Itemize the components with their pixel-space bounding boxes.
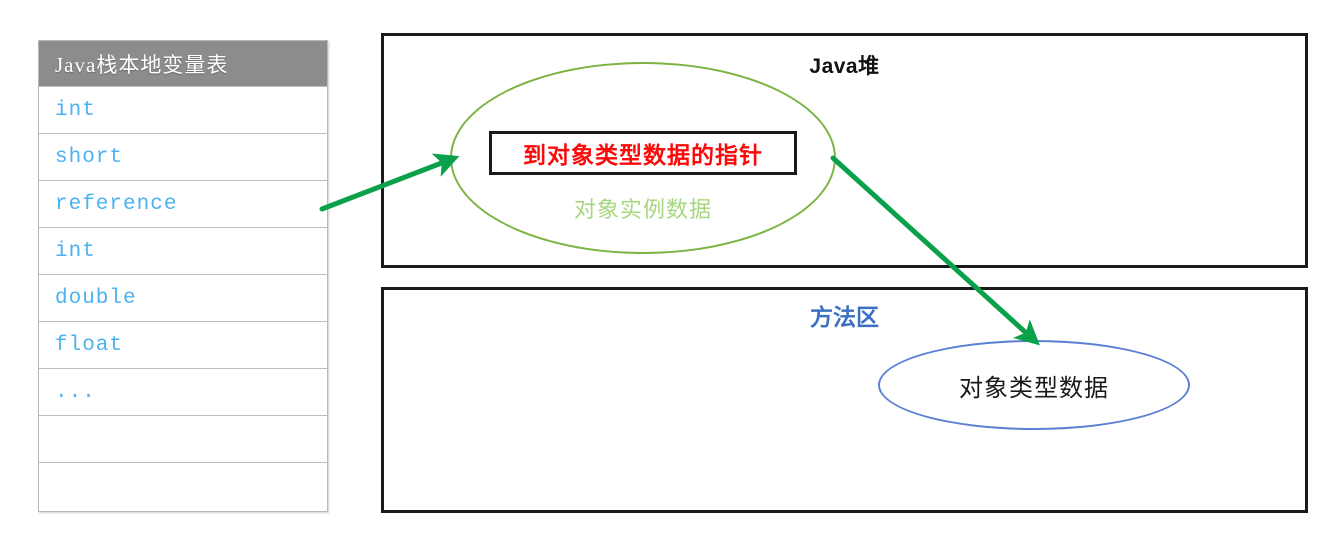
pointer-to-type-data-box: 到对象类型数据的指针 xyxy=(489,131,797,175)
object-type-data-label: 对象类型数据 xyxy=(959,374,1109,402)
table-row: int xyxy=(39,86,327,133)
java-heap-title: Java堆 xyxy=(809,55,880,78)
method-area-title: 方法区 xyxy=(810,304,879,330)
diagram-canvas: Java栈本地变量表 int short reference int doubl… xyxy=(0,0,1342,552)
object-type-data-ellipse: 对象类型数据 xyxy=(878,340,1190,430)
stack-table-header: Java栈本地变量表 xyxy=(39,41,327,86)
table-row xyxy=(39,462,327,509)
pointer-box-label: 到对象类型数据的指针 xyxy=(523,142,763,168)
stack-local-variable-table: Java栈本地变量表 int short reference int doubl… xyxy=(38,40,328,512)
table-row xyxy=(39,415,327,462)
table-row: int xyxy=(39,227,327,274)
table-row-reference: reference xyxy=(39,180,327,227)
object-instance-data-label: 对象实例数据 xyxy=(573,197,712,222)
table-row: float xyxy=(39,321,327,368)
table-row: short xyxy=(39,133,327,180)
table-row: double xyxy=(39,274,327,321)
table-row: ... xyxy=(39,368,327,415)
